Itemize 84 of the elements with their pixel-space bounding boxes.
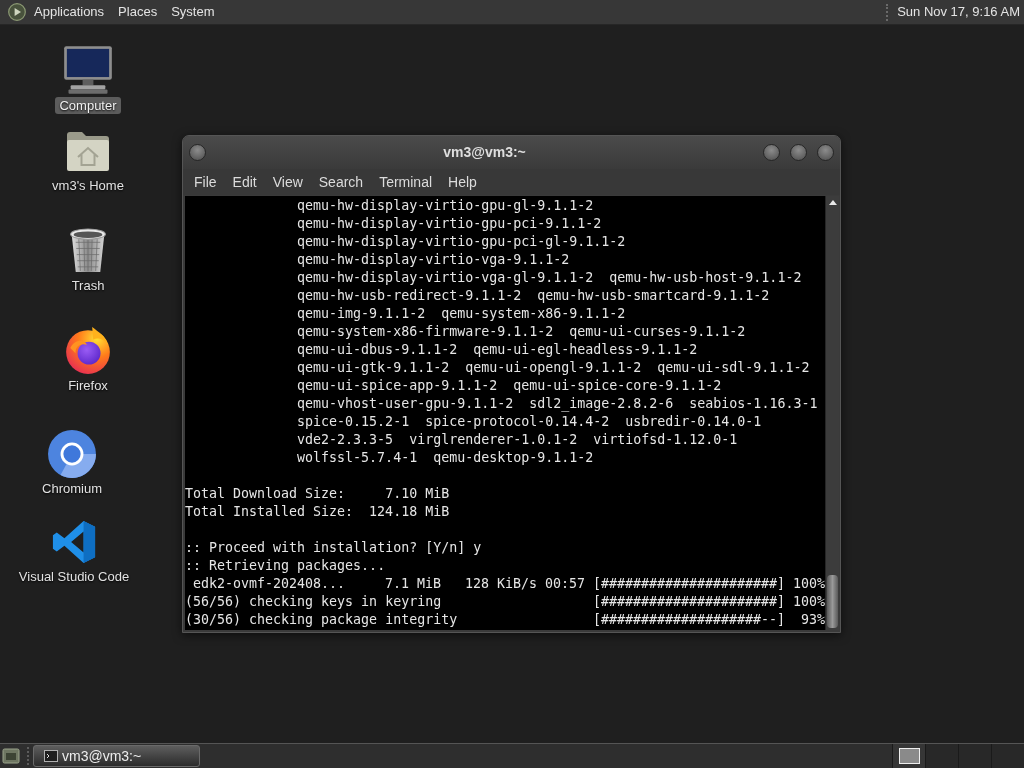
summary-value: 124.18 MiB xyxy=(369,503,450,521)
hash-marks-text: [######################] xyxy=(592,593,785,611)
package-name: qemu-ui-curses-9.1.1-2 xyxy=(569,323,746,341)
check-message: (56/56) checking keys in keyring xyxy=(185,594,442,609)
desktop-icon-label[interactable]: vm3's Home xyxy=(48,177,128,194)
summary-value: 7.10 MiB xyxy=(385,485,450,503)
panel-menu[interactable]: Places xyxy=(111,2,165,22)
scrollbar-thumb[interactable] xyxy=(827,575,838,628)
desktop-tile-icon[interactable] xyxy=(2,747,20,765)
package-name: qemu-hw-display-virtio-gpu-pci-9.1.1-2 xyxy=(297,215,602,233)
package-name: qemu-ui-sdl-9.1.1-2 xyxy=(657,359,810,377)
window-title: vm3@vm3:~ xyxy=(442,143,527,162)
package-name: usbredir-0.14.0-1 xyxy=(625,413,762,431)
hash-marks-text: [####################--] xyxy=(592,611,785,629)
package-name: qemu-ui-gtk-9.1.1-2 xyxy=(297,359,450,377)
package-name: qemu-system-x86-firmware-9.1.1-2 xyxy=(297,323,554,341)
desktop-icon-label[interactable]: Trash xyxy=(67,277,109,294)
package-name: qemu-hw-display-virtio-gpu-pci-gl-9.1.1-2 xyxy=(297,233,626,251)
package-name: qemu-ui-dbus-9.1.1-2 xyxy=(297,341,458,359)
desktop-icon-label[interactable]: Visual Studio Code xyxy=(14,568,134,585)
menu-item[interactable]: Search xyxy=(310,172,372,192)
menu-item[interactable]: Help xyxy=(440,172,485,192)
download-speed: 128 KiB/s xyxy=(464,576,537,591)
menu-item[interactable]: View xyxy=(264,172,311,192)
close-button[interactable] xyxy=(817,144,834,161)
package-name: qemu-vhost-user-gpu-9.1.1-2 xyxy=(297,395,514,413)
package-name: qemu-hw-usb-redirect-9.1.1-2 xyxy=(297,287,522,305)
panel-clock[interactable]: Sun Nov 17, 9:16 AM xyxy=(897,2,1020,22)
download-name: edk2-ovmf-202408... xyxy=(193,576,346,591)
package-name: spice-0.15.2-1 xyxy=(297,413,410,431)
terminal-icon xyxy=(44,750,58,762)
package-name: spice-protocol-0.14.4-2 xyxy=(425,413,610,431)
desktop-icon-label[interactable]: Chromium xyxy=(38,480,106,497)
package-name: sdl2_image-2.8.2-6 xyxy=(529,395,674,413)
status-message: :: Retrieving packages... xyxy=(185,557,386,575)
desktop-icon-label[interactable]: Firefox xyxy=(64,377,112,394)
ribbon-logo-icon[interactable] xyxy=(51,519,97,565)
package-name: qemu-ui-egl-headless-9.1.1-2 xyxy=(473,341,698,359)
flame-globe-icon[interactable] xyxy=(63,325,113,375)
package-name: seabios-1.16.3-1 xyxy=(689,395,818,413)
download-size: 7.1 MiB xyxy=(384,576,441,591)
prompt-answer: y xyxy=(473,539,482,557)
workspace-button[interactable] xyxy=(892,744,925,768)
percent-text: 93% xyxy=(800,612,825,627)
menu-item[interactable]: Terminal xyxy=(371,172,441,192)
menu-item[interactable]: File xyxy=(186,172,225,192)
package-name: qemu-ui-opengl-9.1.1-2 xyxy=(465,359,642,377)
package-name: qemu-hw-display-virtio-vga-9.1.1-2 xyxy=(297,251,570,269)
window-thumbnail-icon xyxy=(898,748,920,764)
hash-marks-text: [######################] xyxy=(592,575,786,593)
panel-menu[interactable]: System xyxy=(164,2,222,22)
download-time: 00:57 xyxy=(544,576,585,591)
package-name: qemu-hw-usb-host-9.1.1-2 xyxy=(609,269,802,287)
package-name: wolfssl-5.7.4-1 xyxy=(297,449,418,467)
check-message: (30/56) checking package integrity xyxy=(185,612,458,627)
package-name: qemu-ui-spice-app-9.1.1-2 xyxy=(297,377,498,395)
package-name: virtiofsd-1.12.0-1 xyxy=(593,431,738,449)
taskbar-window-button[interactable]: vm3@vm3:~ xyxy=(33,745,200,767)
panel-menu[interactable]: Applications xyxy=(27,2,112,22)
scrollbar[interactable] xyxy=(825,196,839,630)
percent-text: 100% xyxy=(792,576,825,591)
window-menu-button[interactable] xyxy=(189,144,206,161)
prompt-text: :: Proceed with installation? [Y/n] xyxy=(185,539,466,557)
ring-globe-icon[interactable] xyxy=(47,429,97,479)
package-name: qemu-hw-display-virtio-vga-gl-9.1.1-2 xyxy=(297,269,594,287)
package-name: virglrenderer-1.0.1-2 xyxy=(409,431,578,449)
menu-item[interactable]: Edit xyxy=(224,172,265,192)
percent-text: 100% xyxy=(792,594,825,609)
package-name: vde2-2.3.3-5 xyxy=(297,431,394,449)
package-name: qemu-system-x86-9.1.1-2 xyxy=(441,305,626,323)
monitor-icon[interactable] xyxy=(62,44,114,96)
maximize-button[interactable] xyxy=(790,144,807,161)
panel-logo-icon[interactable] xyxy=(8,3,26,21)
package-name: qemu-hw-usb-smartcard-9.1.1-2 xyxy=(537,287,770,305)
summary-label: Total Installed Size: xyxy=(185,503,354,521)
desktop-icon-label[interactable]: Computer xyxy=(55,97,121,114)
scroll-up-arrow-icon[interactable] xyxy=(828,200,837,205)
summary-label: Total Download Size: xyxy=(185,485,346,503)
trash-bin-icon[interactable] xyxy=(67,227,109,274)
package-name: qemu-ui-spice-core-9.1.1-2 xyxy=(513,377,722,395)
package-name: qemu-hw-display-virtio-gpu-gl-9.1.1-2 xyxy=(297,197,594,215)
package-name: qemu-img-9.1.1-2 xyxy=(297,305,426,323)
package-name: qemu-desktop-9.1.1-2 xyxy=(433,449,594,467)
minimize-button[interactable] xyxy=(763,144,780,161)
